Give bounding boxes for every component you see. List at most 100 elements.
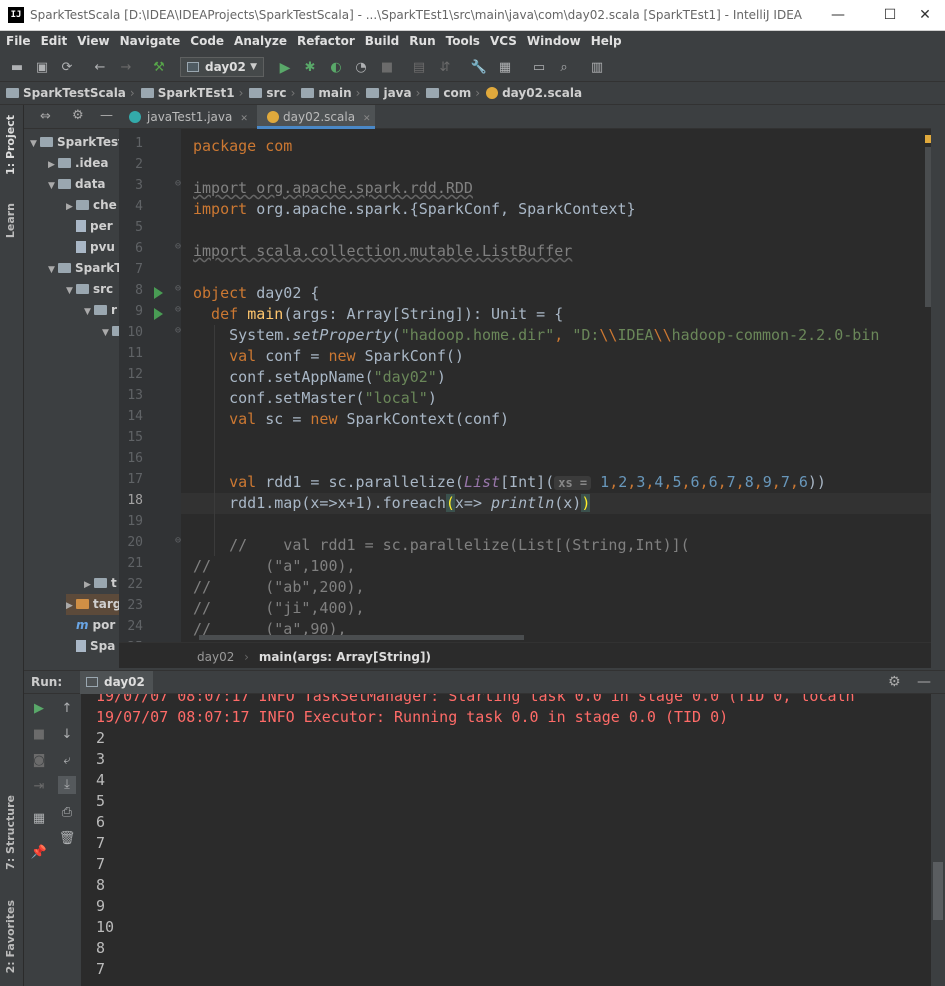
scroll-down-icon[interactable]: ↓ bbox=[58, 726, 76, 744]
tool-tab-structure[interactable]: 7: Structure bbox=[4, 795, 17, 870]
run-tab-day02[interactable]: day02 bbox=[80, 671, 153, 695]
menu-code[interactable]: Code bbox=[184, 31, 228, 48]
close-tab-icon[interactable]: ✕ bbox=[240, 114, 248, 124]
minimize-button[interactable]: — bbox=[818, 4, 858, 26]
trash-icon[interactable]: 🗑 bbox=[58, 830, 76, 848]
scroll-to-end-icon[interactable]: ⤓ bbox=[58, 776, 76, 794]
tree-item[interactable]: ▼ r bbox=[84, 300, 117, 321]
menu-refactor[interactable]: Refactor bbox=[291, 31, 359, 48]
fold-icon[interactable]: ⊖ bbox=[171, 283, 181, 294]
code-area[interactable]: package com import org.apache.spark.rdd.R… bbox=[181, 129, 931, 642]
tool-tab-project[interactable]: 1: Project bbox=[4, 115, 17, 175]
maximize-button[interactable]: ☐ bbox=[870, 4, 910, 26]
attach-icon[interactable]: ▤ bbox=[410, 59, 428, 77]
scroll-up-icon[interactable]: ↑ bbox=[58, 700, 76, 718]
collapse-arrow-icon[interactable]: ▶ bbox=[48, 155, 58, 176]
gear-icon[interactable]: ⚙ bbox=[888, 674, 901, 690]
build-hammer-icon[interactable]: ⚒ bbox=[150, 59, 168, 77]
menu-edit[interactable]: Edit bbox=[35, 31, 72, 48]
breadcrumb-item[interactable]: day02.scala bbox=[480, 82, 586, 100]
pin-icon[interactable]: 📌 bbox=[30, 844, 48, 862]
tree-item[interactable]: per bbox=[66, 216, 113, 237]
tree-item[interactable]: ▶ .idea bbox=[48, 153, 109, 174]
fold-icon[interactable]: ⊖ bbox=[171, 325, 181, 336]
save-icon[interactable]: ▣ bbox=[33, 59, 51, 77]
menu-tools[interactable]: Tools bbox=[440, 31, 484, 48]
menu-run[interactable]: Run bbox=[403, 31, 439, 48]
close-tab-icon[interactable]: ✕ bbox=[363, 114, 371, 124]
tree-item[interactable]: ▼ data bbox=[48, 174, 106, 195]
back-icon[interactable]: ← bbox=[91, 59, 109, 77]
tree-item[interactable]: Spa bbox=[66, 636, 115, 657]
editor-horizontal-scrollbar[interactable] bbox=[199, 635, 524, 640]
collapse-arrow-icon[interactable]: ▶ bbox=[66, 197, 76, 218]
breadcrumb-item[interactable]: SparkTestScala bbox=[0, 82, 130, 100]
expand-arrow-icon[interactable]: ▼ bbox=[84, 302, 94, 323]
run-configuration-select[interactable]: day02 ▼ bbox=[180, 57, 264, 77]
collapse-arrow-icon[interactable]: ▶ bbox=[66, 596, 76, 617]
run-gutter-icon[interactable] bbox=[154, 308, 163, 320]
tree-item[interactable]: ▶ targ bbox=[66, 594, 119, 615]
run-console[interactable]: 19/07/07 08:07:17 INFO TaskSetManager: S… bbox=[82, 694, 931, 986]
tree-item[interactable]: ▼ SparkTest bbox=[30, 132, 119, 153]
login-icon[interactable]: ⇥ bbox=[30, 778, 48, 796]
vcs-icon[interactable]: ⇵ bbox=[436, 59, 454, 77]
tab-day02-scala[interactable]: day02.scala ✕ bbox=[257, 105, 375, 129]
breadcrumb-item[interactable]: main bbox=[295, 82, 355, 100]
breadcrumb-item[interactable]: src bbox=[243, 82, 290, 100]
gear-icon[interactable]: ⚙ bbox=[72, 108, 84, 123]
console-scrollbar-thumb[interactable] bbox=[933, 862, 943, 920]
terminal-icon[interactable]: ▭ bbox=[530, 59, 548, 77]
menu-view[interactable]: View bbox=[71, 31, 113, 48]
breadcrumb-item[interactable]: SparkTEst1 bbox=[135, 82, 239, 100]
expand-arrow-icon[interactable]: ▼ bbox=[48, 260, 58, 281]
menu-file[interactable]: File bbox=[0, 31, 35, 48]
expand-arrow-icon[interactable]: ▼ bbox=[48, 176, 58, 197]
menu-window[interactable]: Window bbox=[521, 31, 585, 48]
expand-arrow-icon[interactable]: ▼ bbox=[66, 281, 76, 302]
menu-analyze[interactable]: Analyze bbox=[228, 31, 291, 48]
fold-icon[interactable]: ⊖ bbox=[171, 241, 181, 252]
tree-item[interactable]: m por bbox=[66, 615, 115, 636]
open-folder-icon[interactable]: ▬ bbox=[8, 59, 26, 77]
fold-icon[interactable]: ⊖ bbox=[171, 535, 181, 546]
sync-icon[interactable]: ⟳ bbox=[58, 59, 76, 77]
breadcrumb-method[interactable]: main(args: Array[String]) bbox=[259, 650, 431, 664]
fold-icon[interactable]: ⊖ bbox=[171, 304, 181, 315]
menu-help[interactable]: Help bbox=[585, 31, 626, 48]
run-gutter-icon[interactable] bbox=[154, 287, 163, 299]
collapse-arrow-icon[interactable]: ▶ bbox=[84, 575, 94, 596]
soft-wrap-icon[interactable]: ⤶ bbox=[58, 752, 76, 770]
tool-tab-learn[interactable]: Learn bbox=[4, 203, 17, 238]
tab-javaTest1-java[interactable]: javaTest1.java ✕ bbox=[119, 105, 257, 129]
expand-arrow-icon[interactable]: ▼ bbox=[102, 323, 112, 344]
breadcrumb-object[interactable]: day02 bbox=[197, 650, 234, 664]
settings-wrench-icon[interactable]: 🔧 bbox=[470, 59, 488, 77]
run-icon[interactable]: ▶ bbox=[276, 59, 294, 77]
profile-icon[interactable]: ◔ bbox=[352, 59, 370, 77]
tree-item[interactable]: ▶ t bbox=[84, 573, 117, 594]
layout-icon[interactable]: ▦ bbox=[30, 810, 48, 828]
tasks-icon[interactable]: ▥ bbox=[588, 59, 606, 77]
breadcrumb-item[interactable]: com bbox=[420, 82, 475, 100]
hide-panel-icon[interactable]: — bbox=[100, 108, 113, 123]
expand-arrow-icon[interactable]: ▼ bbox=[30, 134, 40, 155]
hide-panel-icon[interactable]: — bbox=[917, 674, 931, 690]
menu-vcs[interactable]: VCS bbox=[484, 31, 521, 48]
forward-icon[interactable]: → bbox=[117, 59, 135, 77]
tree-item[interactable]: ▼ src bbox=[66, 279, 113, 300]
search-icon[interactable]: ⌕ bbox=[555, 59, 573, 77]
run-coverage-icon[interactable]: ◐ bbox=[327, 59, 345, 77]
rerun-icon[interactable]: ▶ bbox=[30, 700, 48, 718]
tool-tab-favorites[interactable]: 2: Favorites bbox=[4, 900, 17, 973]
fold-icon[interactable]: ⊖ bbox=[171, 178, 181, 189]
collapse-all-icon[interactable]: ⇔ bbox=[40, 109, 51, 124]
debug-icon[interactable]: ✱ bbox=[301, 59, 319, 77]
project-structure-icon[interactable]: ▦ bbox=[496, 59, 514, 77]
print-icon[interactable]: ⎙ bbox=[58, 804, 76, 822]
stop-icon[interactable]: ■ bbox=[30, 726, 48, 744]
close-window-button[interactable]: ✕ bbox=[905, 4, 945, 26]
tree-item[interactable]: pvu bbox=[66, 237, 115, 258]
tree-item[interactable]: ▶ che bbox=[66, 195, 117, 216]
tree-item[interactable]: ▼ bbox=[102, 321, 119, 342]
